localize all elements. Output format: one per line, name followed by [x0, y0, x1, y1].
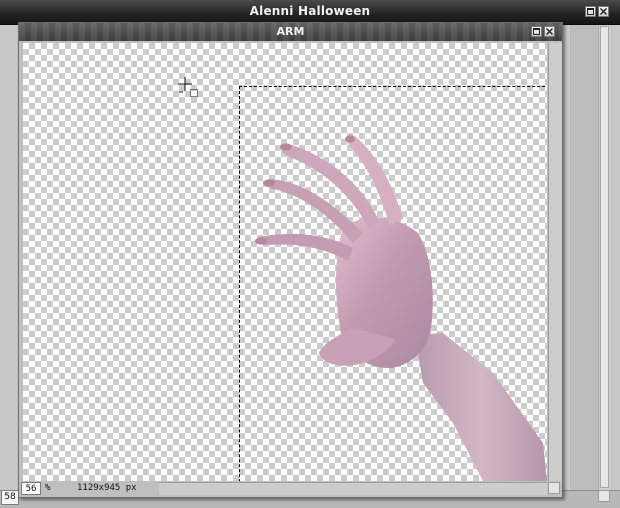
app-zoom-field[interactable]: 58	[1, 490, 19, 505]
document-status-bar: 56 % 1129x945 px	[21, 482, 157, 495]
document-resize-corner[interactable]	[548, 482, 560, 494]
maximize-icon[interactable]	[585, 6, 596, 17]
image-dimensions-label: 1129x945 px	[77, 483, 137, 493]
app-vertical-scroll-thumb[interactable]	[600, 26, 609, 488]
move-crosshair-cursor-icon	[178, 77, 198, 97]
zoom-input[interactable]: 56	[21, 482, 41, 495]
document-window: ARM 56 % 1129x945 px	[18, 22, 563, 498]
maximize-icon[interactable]	[531, 26, 542, 37]
close-icon[interactable]	[598, 6, 609, 17]
image-canvas[interactable]	[23, 43, 547, 481]
close-icon[interactable]	[544, 26, 555, 37]
document-vertical-scrollbar[interactable]	[548, 43, 562, 481]
app-title: Alenni Halloween	[249, 4, 371, 18]
hand-image	[255, 134, 547, 481]
document-title: ARM	[276, 25, 305, 38]
document-horizontal-scrollbar[interactable]	[159, 482, 547, 495]
document-titlebar[interactable]: ARM	[19, 23, 562, 41]
app-resize-corner[interactable]	[598, 490, 610, 502]
zoom-unit-label: %	[45, 483, 51, 493]
